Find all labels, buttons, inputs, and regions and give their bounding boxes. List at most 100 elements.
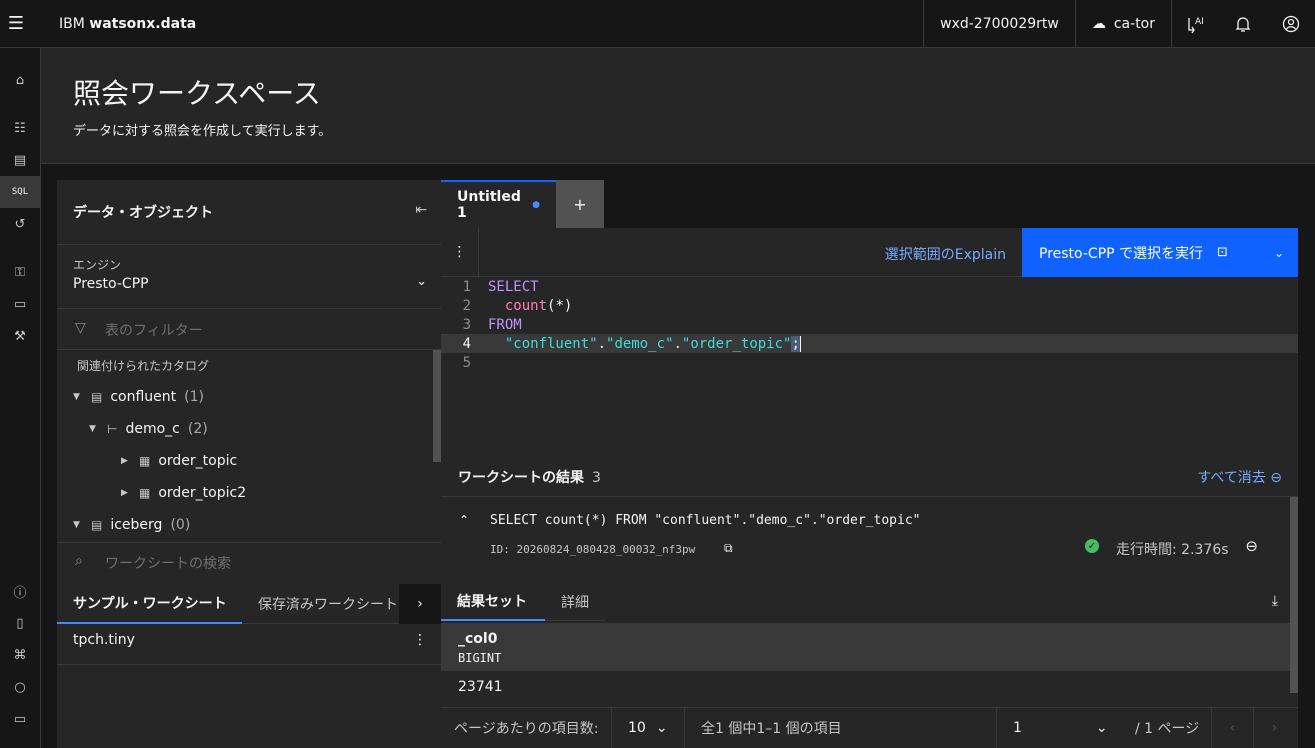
sql-icon[interactable]: SQL xyxy=(0,176,40,208)
explain-selection-button[interactable]: 選択範囲のExplain xyxy=(885,244,1006,264)
results-count: 3 xyxy=(592,470,601,486)
results-title: ワークシートの結果 3 xyxy=(458,467,601,487)
instance-name: wxd-2700029rtw xyxy=(940,16,1059,32)
code-text: . xyxy=(597,335,607,352)
caret-down-icon[interactable]: ▼ xyxy=(73,520,83,530)
download-icon[interactable]: ⤓ xyxy=(1272,593,1278,609)
chevron-right-icon[interactable]: › xyxy=(399,584,441,624)
add-tab-icon[interactable]: + xyxy=(556,180,604,228)
caret-down-icon[interactable]: ▼ xyxy=(73,392,83,402)
code-keyword: FROM xyxy=(488,316,522,333)
data-manager-icon[interactable]: ▤ xyxy=(0,144,40,176)
caret-right-icon[interactable]: ▶ xyxy=(121,456,131,466)
remove-result-icon[interactable]: ⊖ xyxy=(1245,537,1258,555)
caret-right-icon[interactable]: ▶ xyxy=(121,488,131,498)
run-icon: ⊡ xyxy=(1217,245,1228,260)
success-check-icon: ✓ xyxy=(1085,539,1099,553)
column-name: _col0 xyxy=(458,631,498,647)
tab-untitled-1[interactable]: Untitled 1 ● xyxy=(441,180,556,228)
tree-item-table[interactable]: ▶ ▦ order_topic xyxy=(121,453,237,469)
brand[interactable]: IBM watsonx.data xyxy=(59,16,196,32)
tab-sample-worksheets[interactable]: サンプル・ワークシート xyxy=(57,584,242,624)
menu-icon[interactable]: ☰ xyxy=(0,0,32,48)
idea-icon[interactable]: ○ xyxy=(0,671,40,703)
query-id: ID: 20260824_080428_00032_nf3pw xyxy=(490,543,696,556)
user-avatar-icon[interactable] xyxy=(1267,0,1315,48)
code-string: "confluent" xyxy=(504,335,598,352)
editor-tabs: Untitled 1 ● + xyxy=(441,180,1298,228)
page-header: 照会ワークスペース データに対する照会を作成して実行します。 xyxy=(41,48,1315,164)
line-number: 1 xyxy=(462,278,471,295)
items-per-page-label: ページあたりの項目数: xyxy=(454,721,599,737)
history-icon[interactable]: ↺ xyxy=(0,208,40,240)
tree-item-catalog[interactable]: ▼ ▤ iceberg (0) xyxy=(73,517,190,533)
page-value: 1 xyxy=(1013,720,1022,736)
clear-all-button[interactable]: すべて消去 ⊖ xyxy=(1197,467,1282,487)
tree-item-label: iceberg xyxy=(110,517,163,533)
chevron-up-icon[interactable]: ⌃ xyxy=(459,513,469,527)
item-range: 全1 個中1–1 個の項目 xyxy=(701,721,842,737)
pagination: ページあたりの項目数: 10 ⌄ 全1 個中1–1 個の項目 1 ⌄ / 1 ページ… xyxy=(441,707,1298,748)
ai-explain-icon[interactable]: AI xyxy=(1171,0,1219,48)
code-text: (*) xyxy=(547,297,573,314)
access-control-icon[interactable]: ⚿ xyxy=(0,256,40,288)
tree-item-label: demo_c xyxy=(125,421,180,437)
monitor-icon[interactable]: ▭ xyxy=(0,288,40,320)
worksheet-tabs: サンプル・ワークシート 保存済みワークシート › xyxy=(57,584,441,624)
table-filter-input[interactable]: 表のフィルター xyxy=(105,320,203,340)
items-per-page-select[interactable]: 10 ⌄ xyxy=(611,708,685,748)
instance-switcher[interactable]: wxd-2700029rtw xyxy=(923,0,1075,48)
tree-scrollbar[interactable] xyxy=(433,350,441,462)
page-select[interactable]: 1 ⌄ xyxy=(996,708,1124,748)
network-icon[interactable]: ⌘ xyxy=(0,639,40,671)
engine-select[interactable]: Presto-CPP xyxy=(73,276,149,292)
data-objects-title: データ・オブジェクト xyxy=(73,205,213,221)
chevron-down-icon[interactable]: ⌄ xyxy=(1274,246,1284,260)
run-selection-button[interactable]: Presto-CPP で選択を実行 ⊡ ⌄ xyxy=(1022,228,1298,277)
tree-item-count: (0) xyxy=(170,517,191,533)
tree-item-catalog[interactable]: ▼ ▤ confluent (1) xyxy=(73,389,204,405)
divider xyxy=(57,664,441,665)
code-line: 5 xyxy=(441,353,1298,372)
clear-all-label: すべて消去 xyxy=(1197,470,1266,486)
code-line: 2 count(*) xyxy=(441,296,1298,315)
side-rail: ⌂ ☷ ▤ SQL ↺ ⚿ ▭ ⚒ ⓘ ▯ ⌘ ○ ▭ xyxy=(0,48,41,748)
sql-label: SQL xyxy=(11,187,29,197)
schema-icon: ⊢ xyxy=(107,422,118,436)
next-page-icon[interactable]: › xyxy=(1253,708,1295,748)
region-switcher[interactable]: ☁ ca-tor xyxy=(1074,0,1171,48)
tab-saved-worksheets[interactable]: 保存済みワークシート xyxy=(242,584,414,624)
editor-toolbar: ⋮ 選択範囲のExplain Presto-CPP で選択を実行 ⊡ ⌄ xyxy=(441,228,1298,277)
divider xyxy=(57,308,441,309)
tree-item-count: (1) xyxy=(184,389,204,405)
prev-page-icon[interactable]: ‹ xyxy=(1211,708,1253,748)
items-per-page-value: 10 xyxy=(628,720,646,736)
ticket-icon[interactable]: ▭ xyxy=(0,703,40,735)
caret-down-icon[interactable]: ▼ xyxy=(89,424,99,434)
code-area[interactable]: 1 SELECT 2 count(*) 3 FROM 4 "confluent"."… xyxy=(441,277,1298,457)
info-icon[interactable]: ⓘ xyxy=(0,575,40,607)
notification-icon[interactable] xyxy=(1219,0,1267,48)
overflow-menu-icon[interactable]: ⋮ xyxy=(441,228,479,276)
tree-item-table[interactable]: ▶ ▦ order_topic2 xyxy=(121,485,246,501)
results-scrollbar[interactable] xyxy=(1290,497,1298,693)
tab-details[interactable]: 詳細 xyxy=(545,583,605,621)
copy-icon[interactable]: ⧉ xyxy=(724,541,733,556)
worksheet-search-input[interactable]: ワークシートの検索 xyxy=(105,553,231,573)
infrastructure-icon[interactable]: ☷ xyxy=(0,112,40,144)
tree-item-label: confluent xyxy=(110,389,177,405)
code-line-current: 4 "confluent"."demo_c"."order_topic"; xyxy=(441,334,1298,353)
configure-icon[interactable]: ⚒ xyxy=(0,320,40,352)
tab-result-set[interactable]: 結果セット xyxy=(441,583,545,621)
collapse-panel-icon[interactable]: ⇤ xyxy=(415,202,427,218)
sql-editor: Untitled 1 ● + ⋮ 選択範囲のExplain Presto-CPP … xyxy=(441,180,1298,457)
overflow-menu-icon[interactable]: ⋮ xyxy=(413,632,427,648)
worksheet-item[interactable]: tpch.tiny xyxy=(73,632,135,648)
code-text: ; xyxy=(791,335,800,352)
chevron-down-icon[interactable]: ⌄ xyxy=(416,274,427,289)
results-panel: ワークシートの結果 3 すべて消去 ⊖ ⌃ SELECT count(*) FRO… xyxy=(441,457,1298,748)
home-icon[interactable]: ⌂ xyxy=(0,64,40,96)
tree-item-schema[interactable]: ▼ ⊢ demo_c (2) xyxy=(89,421,208,437)
unsaved-dot-icon: ● xyxy=(532,200,540,210)
document-icon[interactable]: ▯ xyxy=(0,607,40,639)
